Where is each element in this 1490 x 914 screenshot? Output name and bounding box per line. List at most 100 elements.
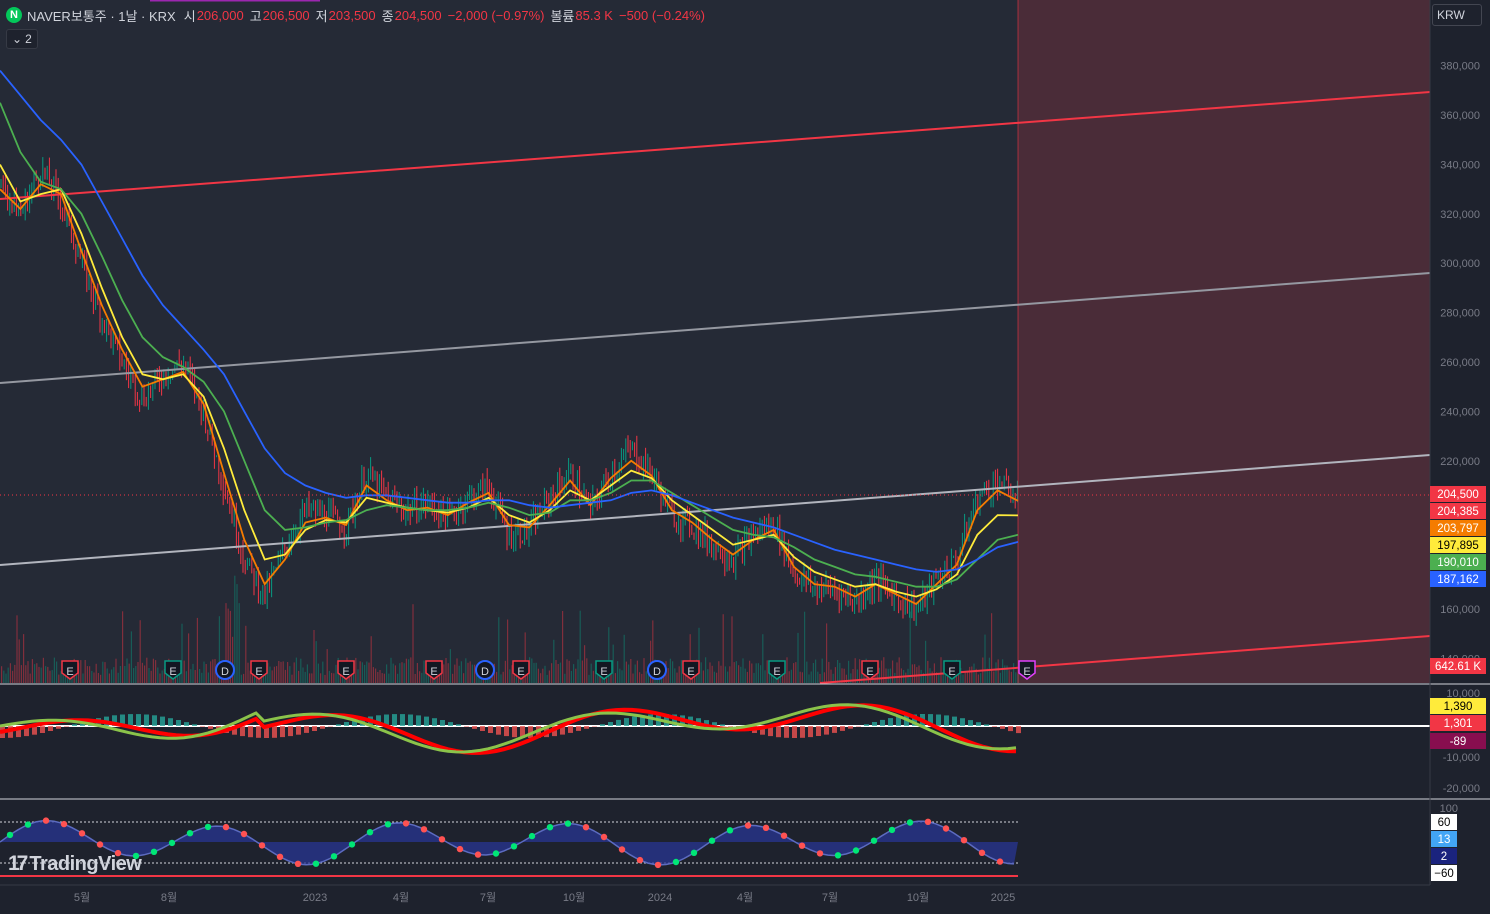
osc-dot [222, 823, 230, 831]
price-axis-label: 197,895 [1430, 537, 1486, 553]
oscillator-axis[interactable]: 100 60 13 2 −60 [1431, 803, 1458, 881]
osc-dot [708, 837, 716, 844]
osc-dot [960, 837, 968, 844]
osc-dot [78, 830, 86, 837]
osc-dot [924, 818, 932, 825]
chart-canvas[interactable]: E E D E E E D E E D E E E E E 380,000 360,000 340,000 320… [0, 0, 1490, 909]
svg-text:204,500: 204,500 [1437, 489, 1479, 501]
osc-dot [420, 826, 428, 833]
low-label: 저 [315, 8, 328, 24]
event-marker-label: E [169, 666, 176, 678]
osc-dot [636, 856, 644, 864]
naver-logo-icon: N [6, 7, 22, 23]
osc-dot [978, 849, 986, 856]
osc-dot [258, 842, 266, 849]
svg-text:190,010: 190,010 [1437, 557, 1479, 569]
osc-dot [6, 831, 14, 839]
osc-dot [276, 853, 284, 860]
osc-dot [492, 850, 500, 857]
time-tick: 4월 [737, 891, 753, 904]
price-tick: 380,000 [1440, 61, 1480, 73]
osc-dot [348, 841, 356, 848]
event-marker-label: E [773, 666, 780, 678]
event-marker-label: E [1023, 666, 1030, 678]
event-marker-label: E [948, 666, 955, 678]
price-axis-label: 642.61 K [1430, 658, 1486, 674]
change-value: −2,000 (−0.97%) [447, 7, 545, 23]
osc-dot [942, 825, 950, 832]
osc-dot [780, 832, 788, 839]
osc-dot [600, 833, 608, 841]
price-tick: 320,000 [1440, 209, 1480, 221]
macd-axis-label: -89 [1430, 733, 1486, 749]
osc-dot [888, 826, 896, 834]
event-marker-label: E [255, 666, 262, 678]
macd-axis-label: 1,301 [1430, 715, 1486, 731]
symbol-legend[interactable]: N NAVER보통주 · 1날 · KRX 시 206,000 고 206,500 … [6, 6, 711, 24]
osc-dot [456, 845, 464, 853]
osc-dot [690, 849, 698, 856]
event-marker-d[interactable]: D [647, 660, 667, 680]
osc-dot [528, 832, 536, 840]
event-marker-d[interactable]: D [475, 660, 495, 680]
osc-dot [906, 819, 914, 826]
time-tick: 10월 [563, 891, 585, 904]
price-axis-label: 190,010 [1430, 554, 1486, 570]
time-tick: 2025 [991, 892, 1015, 904]
osc-dot [816, 850, 824, 857]
event-marker-label: E [342, 666, 349, 678]
svg-text:197,895: 197,895 [1437, 540, 1479, 552]
osc-dot [168, 839, 176, 847]
svg-text:1,301: 1,301 [1444, 718, 1473, 730]
osc-dot [654, 861, 662, 869]
price-tick: 280,000 [1440, 308, 1480, 320]
osc-dot [564, 820, 572, 827]
osc-dot [402, 820, 410, 827]
svg-text:-89: -89 [1450, 736, 1467, 748]
osc-dot [204, 823, 212, 831]
time-tick: 4월 [393, 891, 409, 904]
osc-axis-label: 2 [1431, 848, 1457, 864]
osc-axis-label: −60 [1431, 865, 1457, 881]
chevron-down-icon: ⌄ [12, 32, 23, 46]
symbol-title[interactable]: NAVER보통주 · 1날 · KRX [27, 6, 176, 25]
osc-axis-label: 60 [1431, 814, 1457, 830]
osc-dot [726, 827, 734, 834]
time-tick: 10월 [907, 891, 929, 904]
future-zone-highlight[interactable] [1018, 0, 1430, 683]
macd-axis-label: 1,390 [1430, 698, 1486, 714]
tradingview-watermark: 17 TradingView [8, 852, 142, 876]
event-marker-label: E [66, 666, 73, 678]
indicators-toggle-button[interactable]: ⌄ 2 [6, 29, 38, 49]
event-marker-label: E [687, 666, 694, 678]
price-axis-label: 187,162 [1430, 571, 1486, 587]
osc-dot [510, 843, 518, 850]
time-tick: 7월 [480, 891, 496, 904]
time-tick: 8월 [161, 891, 177, 904]
osc-dot [312, 860, 320, 867]
tradingview-logo-icon: 17 [8, 852, 28, 875]
currency-button[interactable]: KRW [1432, 4, 1482, 26]
price-axis-label: 204,385 [1430, 503, 1486, 519]
event-marker-d[interactable]: D [215, 660, 235, 680]
price-tick: 240,000 [1440, 406, 1480, 418]
osc-dot [870, 837, 878, 844]
osc-dot [186, 830, 194, 837]
osc-dot [618, 846, 626, 853]
svg-text:204,385: 204,385 [1437, 506, 1479, 518]
price-tick: 360,000 [1440, 110, 1480, 122]
osc-dot [294, 860, 302, 867]
event-marker-label: E [517, 666, 524, 678]
osc-dot [60, 820, 68, 828]
osc-dot [546, 824, 554, 831]
osc-dot [150, 848, 158, 855]
osc-tick: 100 [1440, 803, 1458, 815]
osc-dot [240, 830, 248, 838]
price-tick: 260,000 [1440, 357, 1480, 369]
open-label: 시 [183, 8, 196, 24]
osc-dot [42, 817, 50, 824]
price-tick: 300,000 [1440, 258, 1480, 270]
osc-dot [672, 858, 680, 866]
open-value: 206,000 [196, 7, 244, 23]
osc-dot [798, 842, 806, 849]
